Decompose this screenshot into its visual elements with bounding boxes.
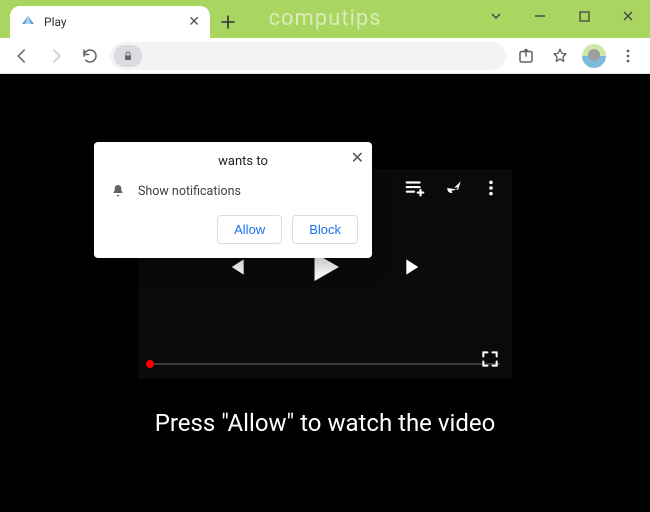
instruction-text: Press "Allow" to watch the video [0,409,650,437]
more-icon[interactable] [482,179,500,197]
playlist-add-icon[interactable] [404,177,426,199]
permission-row: Show notifications [108,179,358,215]
page-content: Press "Allow" to watch the video ✕ wants… [0,74,650,512]
dialog-close-icon[interactable]: ✕ [351,148,364,167]
dialog-actions: Allow Block [108,215,358,244]
permission-label: Show notifications [138,184,241,199]
tab-close-icon[interactable]: ✕ [188,14,200,30]
progress-bar[interactable] [150,363,500,365]
tab-title: Play [44,15,180,29]
window-controls [474,0,650,32]
reload-button[interactable] [76,42,104,70]
browser-tab[interactable]: Play ✕ [10,6,210,38]
fullscreen-button[interactable] [480,349,500,369]
site-info-button[interactable] [114,45,142,67]
back-button[interactable] [8,42,36,70]
watermark-text: computips [268,6,381,31]
dialog-header: wants to [108,154,358,169]
window-dropdown-icon[interactable] [474,0,518,32]
forward-button[interactable] [42,42,70,70]
window-minimize-button[interactable] [518,0,562,32]
new-tab-button[interactable] [214,8,242,36]
bookmark-button[interactable] [546,42,574,70]
bell-icon [110,183,126,199]
tab-favicon [20,14,36,30]
allow-button[interactable]: Allow [217,215,282,244]
avatar-icon [582,44,606,68]
menu-button[interactable] [614,42,642,70]
share-button[interactable] [512,42,540,70]
block-button[interactable]: Block [292,215,358,244]
share-icon[interactable] [444,178,464,198]
notification-permission-dialog: ✕ wants to Show notifications Allow Bloc… [94,142,372,258]
progress-thumb[interactable] [146,360,154,368]
address-bar[interactable] [110,42,506,70]
browser-toolbar [0,38,650,74]
profile-button[interactable] [580,42,608,70]
window-close-button[interactable] [606,0,650,32]
window-titlebar: computips Play ✕ [0,0,650,38]
next-track-button[interactable] [402,254,428,280]
window-maximize-button[interactable] [562,0,606,32]
